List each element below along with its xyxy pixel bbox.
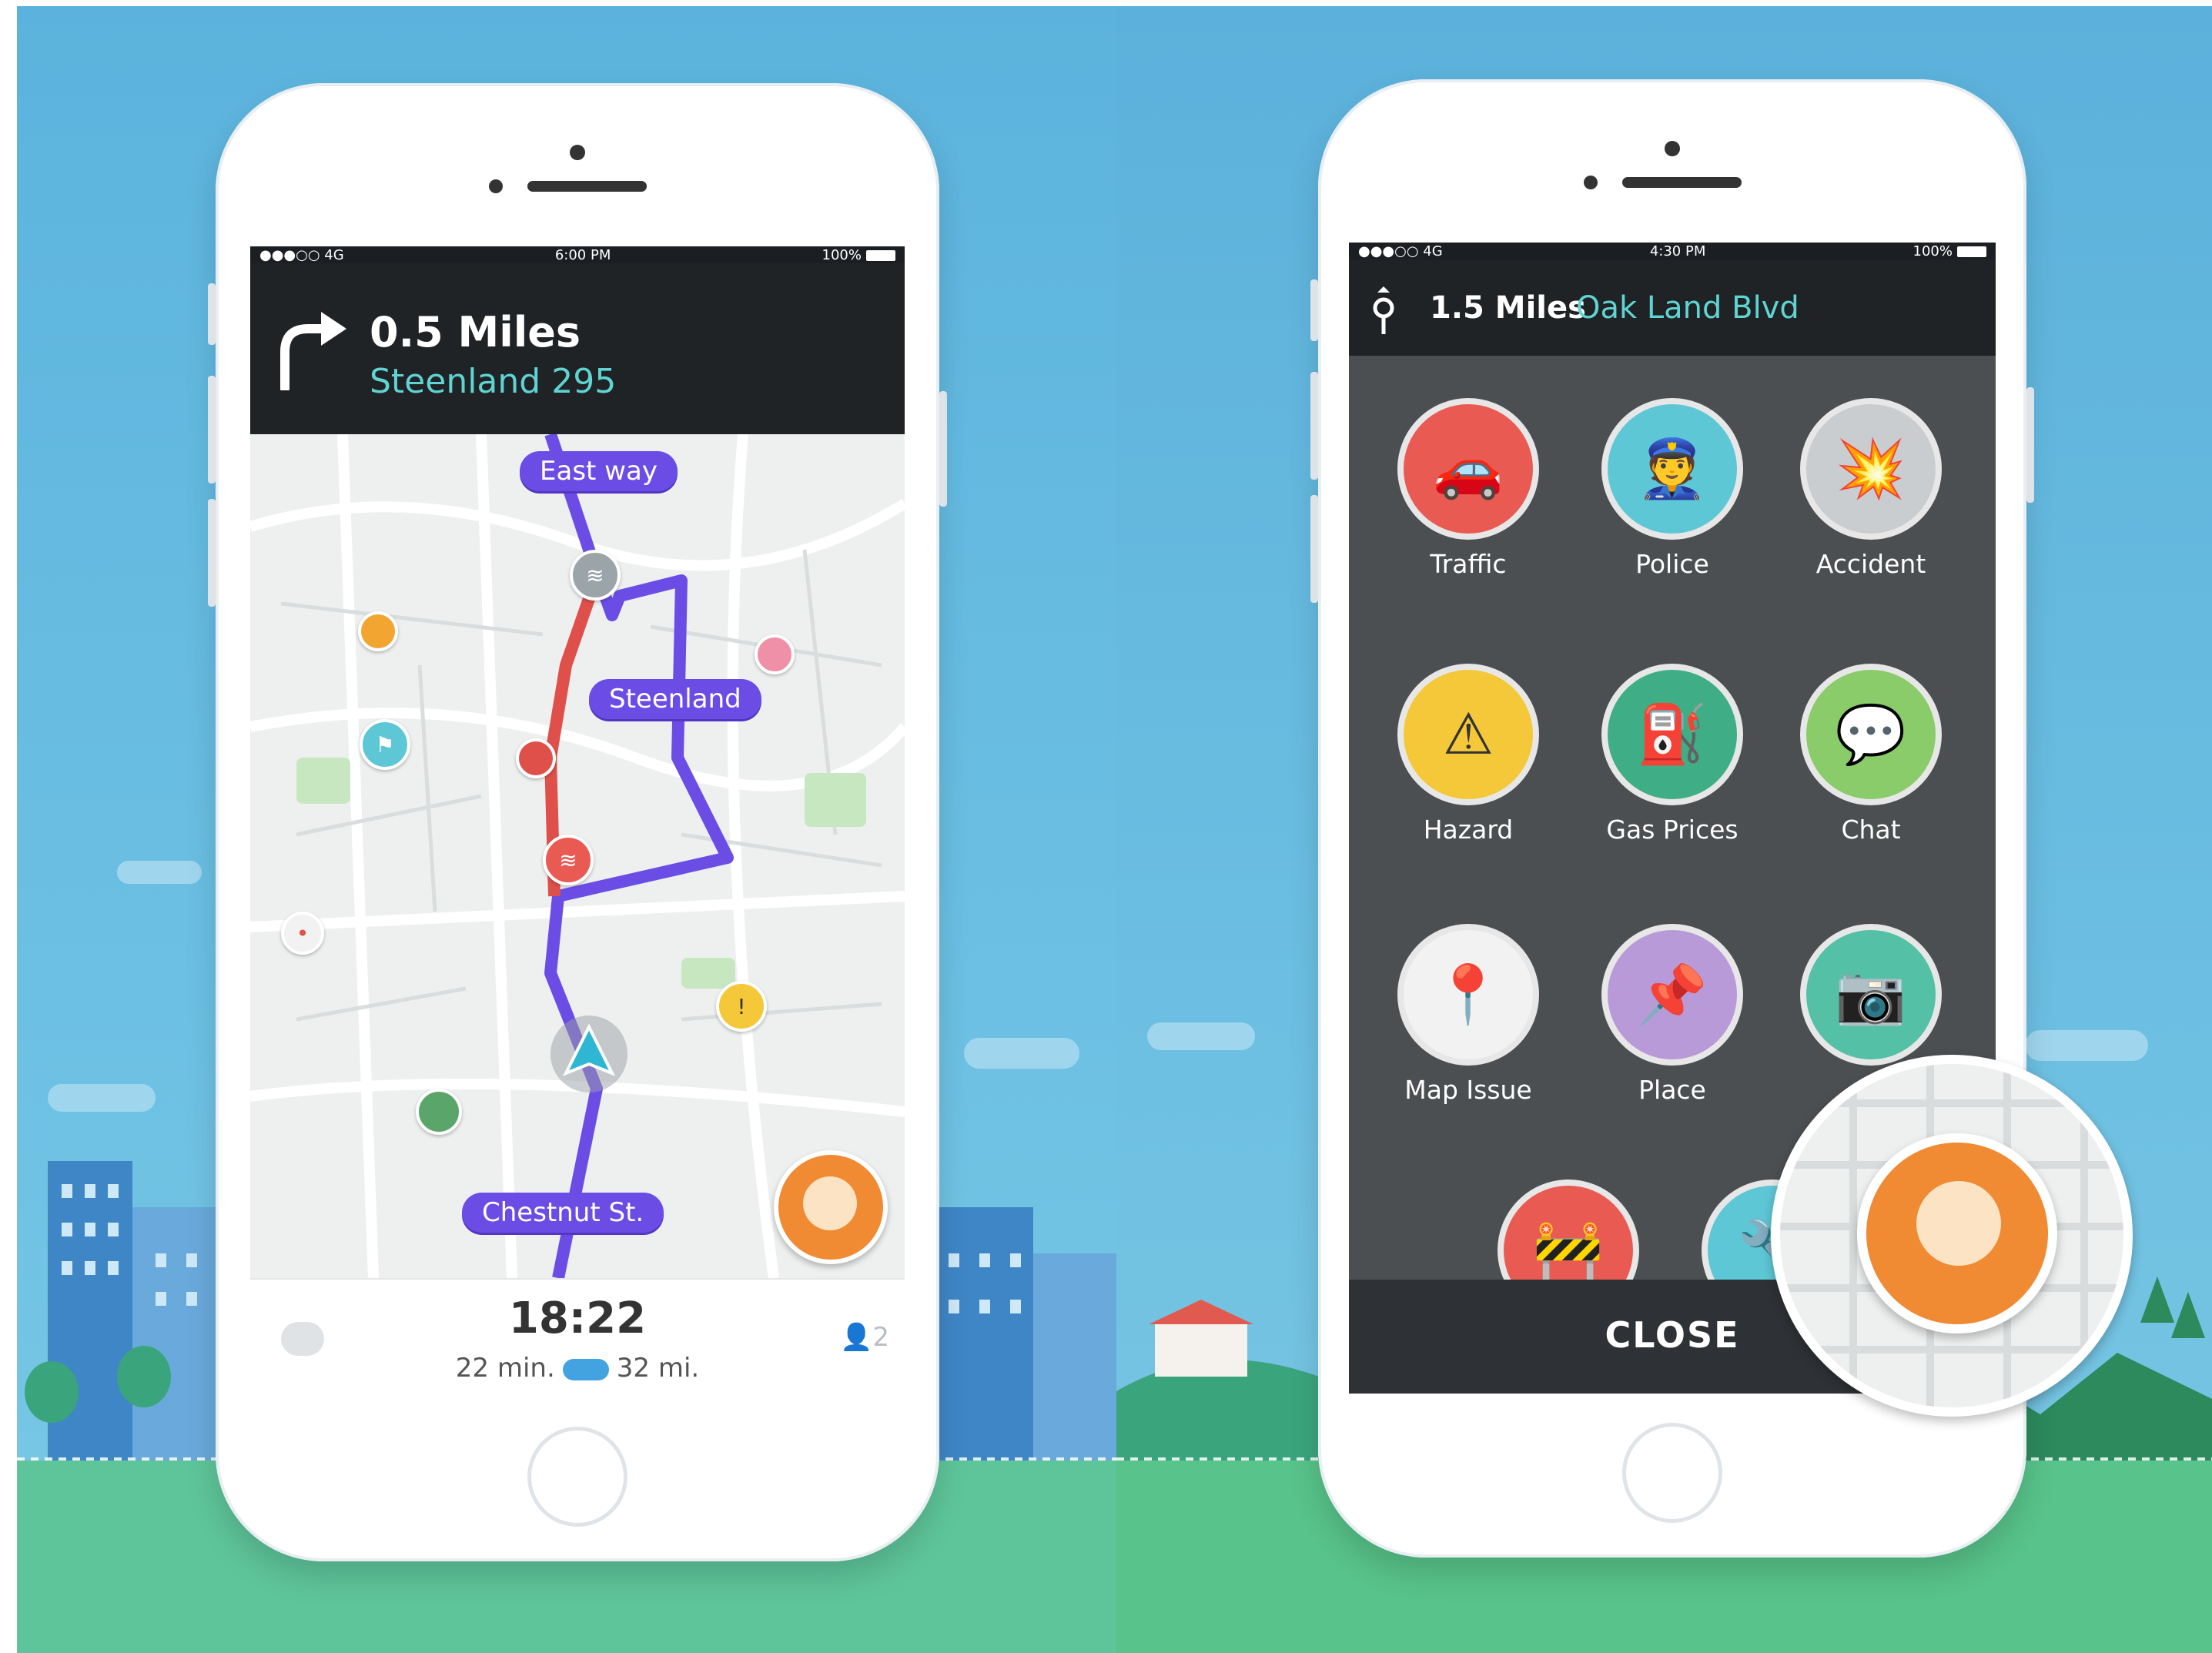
map-issue-icon: 📍 xyxy=(1397,924,1539,1066)
instruction-street: Oak Land Blvd xyxy=(1576,290,1799,326)
magnifier-callout xyxy=(1771,1055,2133,1417)
wazer-marker[interactable]: • xyxy=(281,912,324,955)
report-gas-prices[interactable]: ⛽ Gas Prices xyxy=(1584,664,1761,845)
cloud xyxy=(2025,1030,2148,1061)
phone-frame: ●●●○○ 4G 6:00 PM 100% 0.5 Miles Steenlan… xyxy=(208,83,947,1561)
battery-indicator: 100% xyxy=(822,247,895,263)
traffic-report-marker[interactable]: ≋ xyxy=(570,550,621,601)
instruction-distance: 0.5 Miles xyxy=(370,308,581,356)
police-icon: 👮 xyxy=(1601,398,1743,540)
camera-icon: 📷 xyxy=(1800,924,1942,1066)
signal-indicator: ●●●○○ 4G xyxy=(259,246,344,263)
building xyxy=(1033,1253,1116,1461)
left-promo-panel: ●●●○○ 4G 6:00 PM 100% 0.5 Miles Steenlan… xyxy=(17,6,1116,1653)
map-view[interactable]: East way Steenland Chestnut St. ≋ ⚑ ≋ • … xyxy=(250,434,905,1278)
phone-screen: ●●●○○ 4G 6:00 PM 100% 0.5 Miles Steenlan… xyxy=(250,246,905,1397)
house xyxy=(1149,1300,1253,1377)
speaker xyxy=(527,181,647,192)
speaker xyxy=(1622,177,1742,188)
wazer-marker[interactable] xyxy=(755,634,795,674)
trip-distance: 32 mi. xyxy=(616,1353,700,1384)
tree xyxy=(25,1361,79,1423)
battery-icon xyxy=(1957,246,1986,257)
arrival-time: 18:22 xyxy=(508,1293,647,1343)
trip-duration: 22 min. xyxy=(455,1353,555,1384)
wazer-marker[interactable] xyxy=(516,738,556,778)
report-accident[interactable]: 💥 Accident xyxy=(1782,398,1959,579)
navigation-header[interactable]: 1.5 Miles Oak Land Blvd xyxy=(1349,259,1996,356)
road-label-steenland: Steenland xyxy=(589,679,761,719)
user-icon: 👤 xyxy=(840,1322,873,1353)
traffic-icon: 🚗 xyxy=(1397,398,1539,540)
navigation-header[interactable]: 0.5 Miles Steenland 295 xyxy=(250,263,905,434)
instruction-street: Steenland 295 xyxy=(370,362,617,401)
battery-indicator: 100% xyxy=(1913,243,1986,259)
traffic-jam-marker[interactable]: ≋ xyxy=(543,835,594,885)
report-police[interactable]: 👮 Police xyxy=(1584,398,1761,579)
report-button[interactable] xyxy=(774,1150,888,1264)
chat-icon: 💬 xyxy=(1800,664,1942,805)
status-time: 6:00 PM xyxy=(554,246,611,263)
sensor xyxy=(489,179,503,193)
status-bar: ●●●○○ 4G 4:30 PM 100% xyxy=(1349,243,1996,259)
wazer-marker[interactable] xyxy=(358,611,398,651)
cloud xyxy=(1147,1022,1255,1050)
tree xyxy=(2171,1292,2205,1338)
report-traffic[interactable]: 🚗 Traffic xyxy=(1380,398,1557,579)
status-time: 4:30 PM xyxy=(1649,243,1706,259)
car-icon xyxy=(562,1358,609,1380)
eta-bar[interactable]: 18:22 22 min. 32 mi. 👤2 xyxy=(250,1278,905,1397)
roundabout-icon xyxy=(1373,286,1394,334)
report-hazard[interactable]: ⚠ Hazard xyxy=(1380,664,1557,845)
camera xyxy=(1665,141,1680,156)
report-chat[interactable]: 💬 Chat xyxy=(1782,664,1959,845)
sensor xyxy=(1584,176,1598,189)
cloud xyxy=(48,1084,156,1112)
camera xyxy=(570,145,585,160)
wazer-marker[interactable] xyxy=(416,1089,462,1135)
tree xyxy=(2140,1277,2174,1323)
report-button-zoomed[interactable] xyxy=(1857,1133,2057,1333)
report-map-issue[interactable]: 📍 Map Issue xyxy=(1380,924,1557,1105)
hazard-icon: ⚠ xyxy=(1397,664,1539,805)
road-label-east-way: East way xyxy=(520,451,678,491)
turn-right-icon xyxy=(280,312,346,390)
report-place[interactable]: 📌 Place xyxy=(1584,924,1761,1105)
status-bar: ●●●○○ 4G 6:00 PM 100% xyxy=(250,246,905,263)
accident-icon: 💥 xyxy=(1800,398,1942,540)
home-button[interactable] xyxy=(527,1427,627,1527)
cloud xyxy=(964,1038,1079,1069)
hazard-marker[interactable]: ! xyxy=(716,981,767,1032)
report-bubble-icon xyxy=(803,1176,857,1230)
place-icon: 📌 xyxy=(1601,924,1743,1066)
nearby-users[interactable]: 👤2 xyxy=(840,1322,889,1353)
gas-prices-icon: ⛽ xyxy=(1601,664,1743,805)
road-label-chestnut: Chestnut St. xyxy=(462,1193,664,1233)
report-bubble-icon xyxy=(1916,1181,2001,1266)
tree xyxy=(117,1346,171,1407)
signal-indicator: ●●●○○ 4G xyxy=(1358,243,1443,259)
home-button[interactable] xyxy=(1622,1423,1722,1523)
cloud xyxy=(117,861,202,884)
building xyxy=(925,1207,1033,1461)
user-count: 2 xyxy=(872,1322,889,1353)
police-marker[interactable]: ⚑ xyxy=(360,719,410,770)
eta-details: 22 min. 32 mi. xyxy=(250,1353,905,1384)
battery-icon xyxy=(866,249,895,261)
instruction-distance: 1.5 Miles xyxy=(1430,290,1586,326)
